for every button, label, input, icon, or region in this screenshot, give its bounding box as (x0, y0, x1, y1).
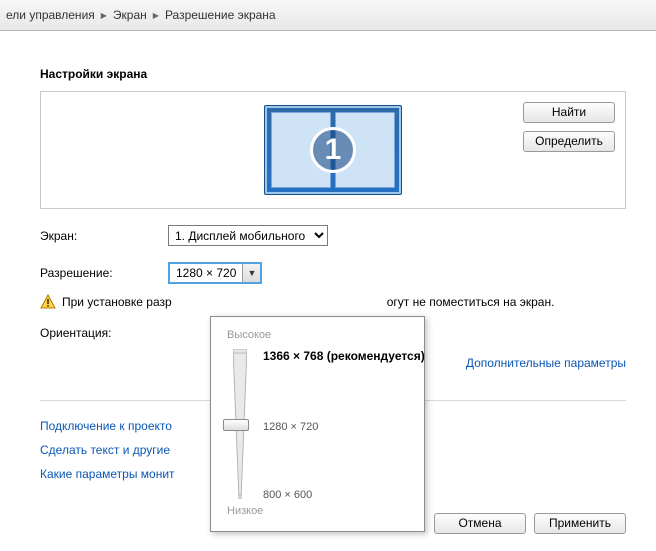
monitor-preview-panel: 1 Найти Определить (40, 91, 626, 209)
resolution-option[interactable]: 1280 × 720 (263, 421, 318, 433)
resolution-option[interactable]: 1366 × 768 (рекомендуется) (263, 349, 425, 363)
resolution-popup: Высокое 1366 × 768 (рекомендуется)1280 ×… (210, 316, 425, 532)
chevron-right-icon: ▶ (151, 11, 161, 20)
advanced-params-link[interactable]: Дополнительные параметры (466, 356, 626, 370)
resolution-slider[interactable] (227, 349, 253, 499)
breadcrumb-bar: ели управления ▶ Экран ▶ Разрешение экра… (0, 0, 656, 31)
breadcrumb-item[interactable]: ели управления (6, 8, 95, 22)
main-content: Настройки экрана 1 Найти Определить Экра… (0, 31, 656, 544)
screen-label: Экран: (40, 229, 160, 243)
slider-thumb[interactable] (223, 419, 249, 431)
section-title: Настройки экрана (40, 67, 626, 81)
resolution-value: 1280 × 720 (170, 266, 242, 280)
monitor-number-badge: 1 (310, 127, 356, 173)
orientation-label: Ориентация: (40, 326, 160, 340)
popup-high-label: Высокое (227, 329, 412, 341)
breadcrumb-item[interactable]: Экран (113, 8, 147, 22)
chevron-right-icon: ▶ (99, 11, 109, 20)
cancel-button[interactable]: Отмена (434, 513, 526, 534)
chevron-down-icon[interactable]: ▼ (242, 264, 260, 282)
resolution-option[interactable]: 800 × 600 (263, 489, 312, 501)
resolution-select[interactable]: 1280 × 720 ▼ (168, 262, 262, 284)
screen-select[interactable]: 1. Дисплей мобильного ПК (168, 225, 328, 246)
monitor-preview[interactable]: 1 (264, 105, 402, 195)
popup-low-label: Низкое (227, 505, 412, 517)
breadcrumb-item[interactable]: Разрешение экрана (165, 8, 276, 22)
resolution-options: 1366 × 768 (рекомендуется)1280 × 720800 … (253, 349, 412, 499)
warning-icon (40, 294, 56, 310)
warning-text-left: При установке разр (62, 295, 172, 309)
warning-text-right: огут не поместиться на экран. (387, 295, 555, 309)
resolution-label: Разрешение: (40, 266, 160, 280)
identify-button[interactable]: Определить (523, 131, 615, 152)
apply-button[interactable]: Применить (534, 513, 626, 534)
resolution-warning: При установке разр огут не поместиться н… (40, 294, 626, 310)
find-button[interactable]: Найти (523, 102, 615, 123)
